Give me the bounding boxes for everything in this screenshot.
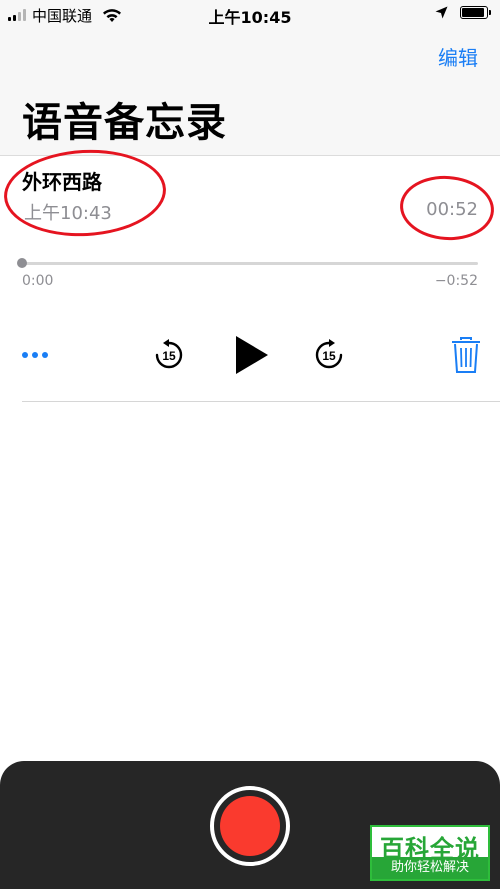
skip-forward-seconds: 15 [322,349,336,363]
recording-duration: 00:52 [426,199,478,220]
battery-fill [462,8,484,17]
recording-title[interactable]: 外环西路 [22,166,102,195]
skip-forward-icon[interactable]: 15 [312,338,346,372]
playback-scrubber-track[interactable] [22,262,478,265]
edit-button[interactable]: 编辑 [438,42,478,71]
status-time: 上午10:45 [208,8,292,27]
skip-back-icon[interactable]: 15 [152,338,186,372]
page-title: 语音备忘录 [22,100,227,146]
more-icon [22,352,28,358]
watermark-logo: 百科全说 助你轻松解决 [370,825,490,881]
playback-scrubber-thumb[interactable] [17,258,27,268]
status-bar: 中国联通 上午10:45 [0,0,500,30]
list-divider [22,401,500,402]
location-arrow-icon [435,6,448,19]
play-icon[interactable] [232,334,272,376]
more-options-button[interactable] [22,344,52,366]
more-icon-dot [42,352,48,358]
navigation-header: 编辑 语音备忘录 [0,30,500,156]
record-button[interactable] [210,786,290,866]
more-icon-dot [32,352,38,358]
watermark-sub-text: 助你轻松解决 [372,857,488,879]
battery-icon [460,6,491,19]
status-right [435,6,491,19]
record-icon [220,796,280,856]
remaining-time: −0:52 [434,273,478,289]
trash-icon[interactable] [450,336,482,374]
skip-back-seconds: 15 [162,349,176,363]
elapsed-time: 0:00 [22,273,54,289]
recording-time: 上午10:43 [24,203,112,224]
